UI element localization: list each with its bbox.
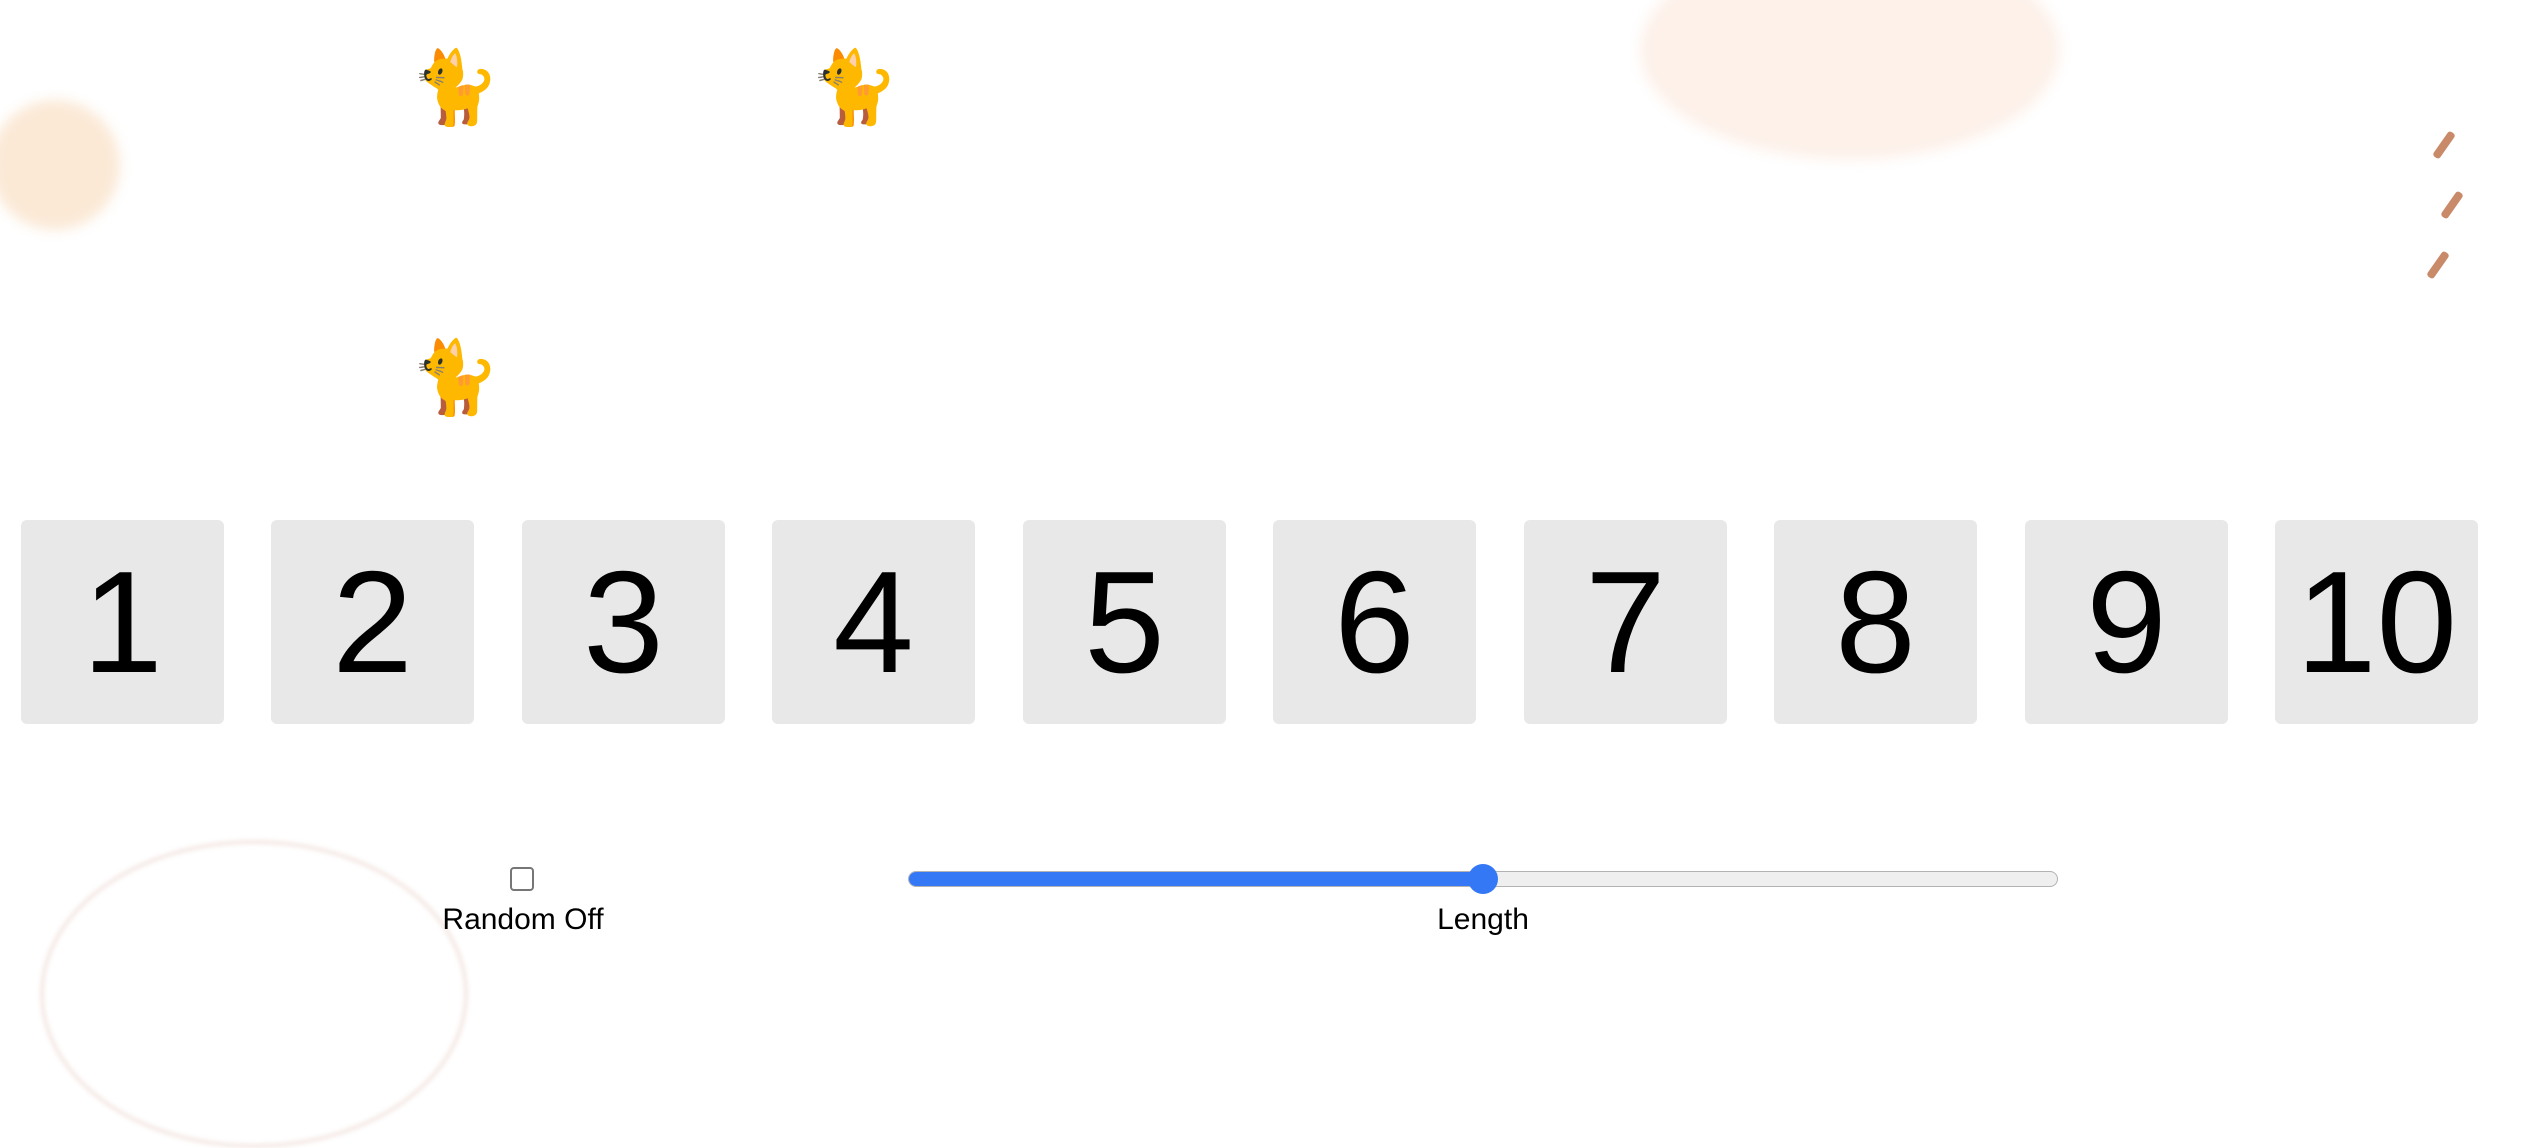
number-tile-4[interactable]: 4 (772, 520, 975, 724)
cat-emoji-icon: 🐈 (410, 48, 500, 128)
number-tile-7[interactable]: 7 (1524, 520, 1727, 724)
number-tile-3[interactable]: 3 (522, 520, 725, 724)
number-tile-5[interactable]: 5 (1023, 520, 1226, 724)
length-slider-fill (909, 872, 1483, 886)
background-blob (0, 100, 120, 230)
cat-emoji-icon: 🐈 (410, 338, 500, 418)
number-tile-2[interactable]: 2 (271, 520, 474, 724)
random-label: Random Off (442, 903, 604, 936)
number-tile-10[interactable]: 10 (2275, 520, 2478, 724)
cat-emoji-icon: 🐈 (809, 48, 899, 128)
background-arc (40, 840, 468, 1148)
number-tile-9[interactable]: 9 (2025, 520, 2228, 724)
random-checkbox[interactable] (510, 867, 534, 891)
length-label: Length (1437, 903, 1529, 936)
background-decoration (2432, 130, 2456, 160)
background-decoration (2440, 190, 2464, 220)
number-tile-1[interactable]: 1 (21, 520, 224, 724)
number-tile-6[interactable]: 6 (1273, 520, 1476, 724)
number-tile-8[interactable]: 8 (1774, 520, 1977, 724)
background-decoration (2426, 250, 2450, 280)
background-blob (1640, 0, 2060, 160)
length-slider-thumb[interactable] (1468, 864, 1498, 894)
